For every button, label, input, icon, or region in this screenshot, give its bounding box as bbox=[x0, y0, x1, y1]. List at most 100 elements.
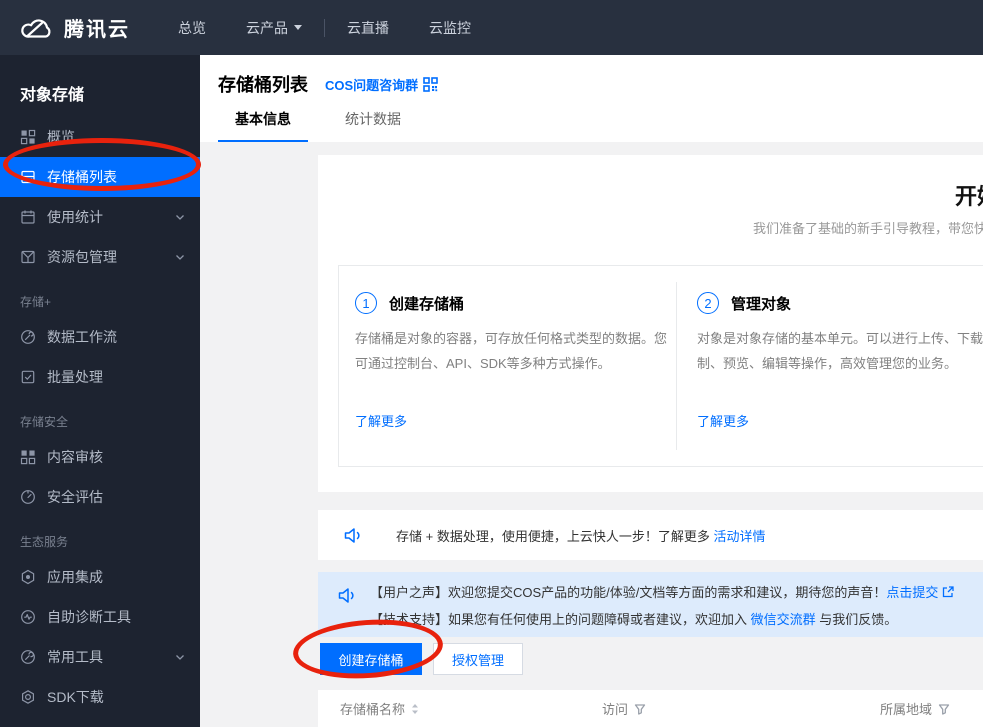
chevron-down-icon bbox=[176, 215, 184, 220]
sidebar-section-storage-security: 存储安全 bbox=[20, 415, 69, 429]
step-title: 创建存储桶 bbox=[389, 295, 465, 313]
sidebar-item-security-assessment[interactable]: 安全评估 bbox=[0, 477, 200, 517]
nav-menu: 总览 云产品 云直播 云监控 bbox=[158, 0, 491, 55]
step-number-badge: 2 bbox=[697, 292, 719, 314]
nav-item-monitor[interactable]: 云监控 bbox=[409, 0, 491, 55]
filter-icon bbox=[634, 703, 646, 715]
step-title: 管理对象 bbox=[731, 295, 792, 313]
package-icon bbox=[21, 250, 35, 264]
nav-item-cloud-products[interactable]: 云产品 bbox=[226, 0, 322, 55]
sidebar-item-label: 内容审核 bbox=[47, 449, 103, 465]
calendar-icon bbox=[21, 210, 35, 224]
sidebar-item-label: 应用集成 bbox=[47, 569, 103, 585]
speaker-icon bbox=[344, 527, 360, 543]
sdk-icon bbox=[22, 690, 34, 704]
sidebar-item-label: 常用工具 bbox=[47, 649, 103, 665]
column-bucket-name[interactable]: 存储桶名称 bbox=[340, 690, 419, 727]
sidebar-item-label: 存储桶列表 bbox=[47, 169, 117, 185]
sidebar-item-label: 安全评估 bbox=[47, 489, 103, 505]
hexagon-icon bbox=[21, 569, 35, 585]
getting-started-card: 开始 我们准备了基础的新手引导教程，带您快速 1 创建存储桶 存储桶是对象的容器… bbox=[318, 155, 983, 492]
qr-code-icon bbox=[423, 76, 438, 92]
bucket-list-icon bbox=[21, 170, 35, 184]
sidebar-item-label: 自助诊断工具 bbox=[47, 609, 131, 625]
sidebar-item-overview[interactable]: 概览 bbox=[0, 117, 200, 157]
sidebar-item-sdk-download[interactable]: SDK下载 bbox=[0, 677, 200, 717]
cos-group-link[interactable]: COS问题咨询群 bbox=[325, 75, 438, 94]
sidebar-section-storage-plus: 存储+ bbox=[20, 295, 52, 309]
bucket-table-header: 存储桶名称 访问 所属地域 bbox=[318, 690, 983, 727]
step-description: 对象是对象存储的基本单元。可以进行上传、下载、复制、预览、编辑等操作，高效管理您… bbox=[697, 331, 983, 371]
tab-statistics[interactable]: 统计数据 bbox=[328, 109, 418, 142]
page-title: 存储桶列表 bbox=[218, 75, 308, 95]
top-navbar: 腾讯云 总览 云产品 云直播 云监控 bbox=[0, 0, 983, 55]
submit-feedback-link[interactable]: 点击提交 bbox=[886, 585, 938, 600]
speaker-icon bbox=[338, 588, 354, 603]
caret-down-icon bbox=[294, 25, 302, 30]
sidebar-item-batch-processing[interactable]: 批量处理 bbox=[0, 357, 200, 397]
chevron-down-icon bbox=[176, 255, 184, 260]
learn-more-link[interactable]: 了解更多 bbox=[355, 411, 407, 430]
workflow-icon bbox=[21, 330, 35, 344]
brand-name: 腾讯云 bbox=[64, 19, 130, 41]
promo-notice-text: 存储 + 数据处理，使用便捷，上云快人一步！了解更多 活动详情 bbox=[396, 528, 766, 544]
step-description: 存储桶是对象的容器，可存放任何格式类型的数据。您可通过控制台、API、SDK等多… bbox=[355, 331, 668, 371]
gauge-icon bbox=[21, 490, 35, 504]
diagnosis-pulse-icon bbox=[21, 610, 35, 624]
sidebar-item-label: 资源包管理 bbox=[47, 249, 117, 265]
sidebar-item-common-tools[interactable]: 常用工具 bbox=[0, 637, 200, 677]
guide-subtitle: 我们准备了基础的新手引导教程，带您快速 bbox=[753, 221, 983, 236]
sidebar-item-key-management[interactable]: 密钥管理 bbox=[0, 717, 200, 727]
sort-icon bbox=[412, 703, 419, 714]
batch-check-icon bbox=[21, 370, 35, 384]
sidebar-item-label: 数据工作流 bbox=[47, 329, 117, 345]
feedback-notice-bar: 【用户之声】欢迎您提交COS产品的功能/体验/文档等方面的需求和建议，期待您的声… bbox=[318, 572, 983, 637]
cloud-logo-icon bbox=[21, 18, 51, 38]
sidebar-item-resource-packages[interactable]: 资源包管理 bbox=[0, 237, 200, 277]
sidebar-section-ecosystem: 生态服务 bbox=[20, 535, 69, 549]
sidebar: 对象存储 概览 存储桶列表 使用统计 资源包管理 存储+ 数据工作流 批量处理 … bbox=[0, 55, 200, 727]
sidebar-item-label: SDK下载 bbox=[47, 689, 104, 705]
nav-item-live[interactable]: 云直播 bbox=[327, 0, 409, 55]
column-access[interactable]: 访问 bbox=[602, 690, 646, 727]
external-link-icon bbox=[943, 586, 955, 598]
nav-divider bbox=[324, 18, 325, 37]
chevron-down-icon bbox=[176, 655, 184, 660]
guide-title: 开始 bbox=[955, 184, 983, 209]
filter-icon bbox=[938, 703, 950, 715]
nav-item-overview[interactable]: 总览 bbox=[158, 0, 226, 55]
sidebar-title: 对象存储 bbox=[20, 87, 85, 104]
sidebar-item-label: 概览 bbox=[47, 129, 75, 145]
main-content: 开始 我们准备了基础的新手引导教程，带您快速 1 创建存储桶 存储桶是对象的容器… bbox=[200, 142, 983, 727]
tab-basic-info[interactable]: 基本信息 bbox=[218, 109, 308, 142]
sidebar-item-app-integration[interactable]: 应用集成 bbox=[0, 557, 200, 597]
tools-wrench-icon bbox=[21, 650, 35, 664]
guide-step-manage-objects: 2 管理对象 对象是对象存储的基本单元。可以进行上传、下载、复制、预览、编辑等操… bbox=[697, 266, 983, 466]
step-number-badge: 1 bbox=[355, 292, 377, 314]
sidebar-item-diagnosis-tools[interactable]: 自助诊断工具 bbox=[0, 597, 200, 637]
tencent-cloud-logo[interactable]: 腾讯云 bbox=[20, 13, 130, 42]
feedback-line-1: 【用户之声】欢迎您提交COS产品的功能/体验/文档等方面的需求和建议，期待您的声… bbox=[370, 579, 955, 606]
sidebar-item-content-audit[interactable]: 内容审核 bbox=[0, 437, 200, 477]
promo-notice-bar: 存储 + 数据处理，使用便捷，上云快人一步！了解更多 活动详情 bbox=[318, 510, 983, 560]
step-divider bbox=[676, 282, 677, 450]
sidebar-item-label: 使用统计 bbox=[47, 209, 103, 225]
guide-step-create-bucket: 1 创建存储桶 存储桶是对象的容器，可存放任何格式类型的数据。您可通过控制台、A… bbox=[355, 266, 677, 466]
overview-grid-icon bbox=[20, 129, 36, 145]
sidebar-item-label: 批量处理 bbox=[47, 369, 103, 385]
sidebar-item-bucket-list[interactable]: 存储桶列表 bbox=[0, 157, 200, 197]
wechat-group-link[interactable]: 微信交流群 bbox=[751, 612, 816, 627]
page-header: 存储桶列表 COS问题咨询群 基本信息 统计数据 bbox=[200, 55, 983, 142]
feedback-line-2: 【技术支持】如果您有任何使用上的问题障碍或者建议，欢迎加入 微信交流群 与我们反… bbox=[370, 612, 898, 627]
column-region[interactable]: 所属地域 bbox=[880, 690, 950, 727]
create-bucket-button[interactable]: 创建存储桶 bbox=[320, 643, 422, 675]
sidebar-item-usage-stats[interactable]: 使用统计 bbox=[0, 197, 200, 237]
sidebar-item-data-workflow[interactable]: 数据工作流 bbox=[0, 317, 200, 357]
guide-steps-box: 1 创建存储桶 存储桶是对象的容器，可存放任何格式类型的数据。您可通过控制台、A… bbox=[338, 265, 983, 467]
learn-more-link[interactable]: 了解更多 bbox=[697, 411, 749, 430]
audit-grid-icon bbox=[20, 450, 36, 465]
auth-management-button[interactable]: 授权管理 bbox=[433, 643, 523, 675]
promo-activity-link[interactable]: 活动详情 bbox=[713, 529, 765, 544]
tab-bar: 基本信息 统计数据 bbox=[218, 109, 418, 142]
feedback-notice-text: 【用户之声】欢迎您提交COS产品的功能/体验/文档等方面的需求和建议，期待您的声… bbox=[370, 579, 955, 633]
